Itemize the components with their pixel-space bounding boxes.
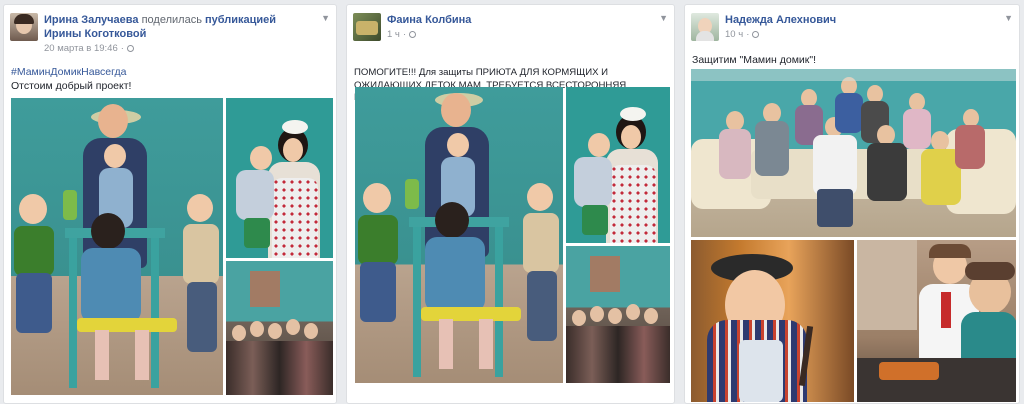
post-timestamp[interactable]: 10 ч (725, 29, 743, 40)
globe-icon (752, 31, 760, 38)
post-card-3: Надежда Алехнович 10 ч · ▼ Защитим "Мами… (684, 4, 1020, 404)
post-body: Защитим "Мамин домик"! (692, 54, 817, 66)
chevron-down-icon[interactable]: ▼ (321, 13, 330, 23)
post-photo-main[interactable] (11, 98, 223, 395)
post-photo-main[interactable] (355, 87, 563, 383)
post-photo-main[interactable] (691, 69, 1016, 237)
post-timestamp[interactable]: 20 марта в 19:46 (44, 43, 118, 54)
post-meta: Надежда Алехнович 10 ч · (725, 14, 837, 40)
post-meta: Фаина Колбина 1 ч · (387, 14, 472, 40)
hashtag-link[interactable]: #МаминДомикНавсегда (11, 65, 329, 79)
globe-icon (409, 31, 417, 38)
author-name[interactable]: Фаина Колбина (387, 14, 471, 26)
avatar[interactable] (353, 13, 381, 41)
avatar[interactable] (10, 13, 38, 41)
post-meta: Ирина Залучаева поделилась публикацией И… (44, 14, 277, 54)
post-photo-2[interactable] (691, 240, 854, 402)
share-verb: поделилась (141, 14, 202, 26)
post-card-1: Ирина Залучаева поделилась публикацией И… (3, 4, 337, 404)
author-name[interactable]: Надежда Алехнович (725, 14, 836, 26)
post-photo-2[interactable] (566, 87, 670, 243)
post-card-2: Фаина Колбина 1 ч · ▼ ПОМОГИТЕ!!! Для за… (346, 4, 675, 404)
post-photo-3[interactable] (226, 261, 333, 395)
post-photo-2[interactable] (226, 98, 333, 258)
post-text: #МаминДомикНавсегда Отстоим добрый проек… (11, 65, 329, 93)
author-name[interactable]: Ирина Залучаева (44, 14, 139, 26)
post-body: Отстоим добрый проект! (11, 80, 132, 92)
chevron-down-icon[interactable]: ▼ (659, 13, 668, 23)
avatar[interactable] (691, 13, 719, 41)
post-photo-3[interactable] (857, 240, 1016, 402)
post-timestamp[interactable]: 1 ч (387, 29, 400, 40)
post-photo-3[interactable] (566, 246, 670, 383)
globe-icon (126, 45, 134, 52)
chevron-down-icon[interactable]: ▼ (1004, 13, 1013, 23)
